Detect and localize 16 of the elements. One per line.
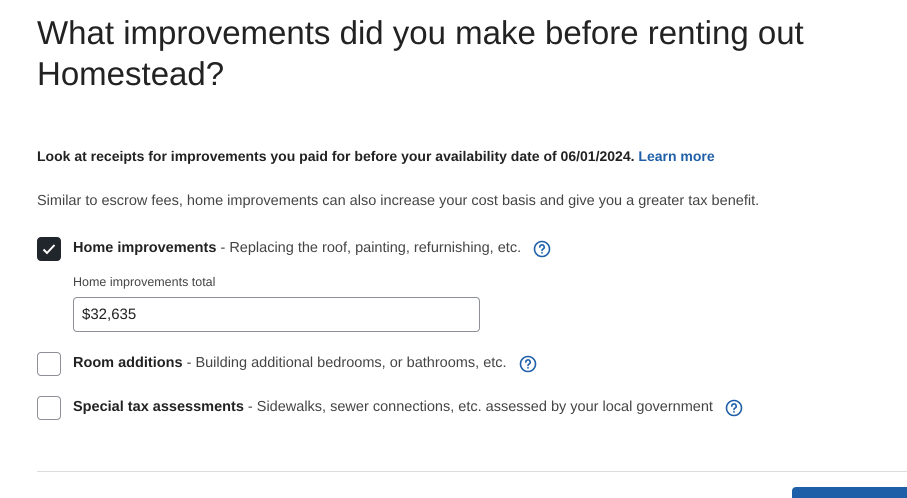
amount-field[interactable]: $32,635 xyxy=(73,296,480,332)
help-icon[interactable] xyxy=(533,240,552,258)
description-text: Similar to escrow fees, home improvements can also increase your cost basis and give you a greater tax benefit. xyxy=(37,192,760,211)
instruction-text: Look at receipts for improvements you paid for before your availability date of 06/01/2024. Learn more xyxy=(37,147,716,166)
checkmark-icon xyxy=(42,242,56,255)
field-label: Home improvements total xyxy=(73,274,216,291)
page-title: What improvements did you make before renting out Homestead? xyxy=(37,13,805,94)
option-label: Special tax assessments - Sidewalks, sewer connections, etc. assessed by your local government xyxy=(73,398,713,417)
help-icon[interactable] xyxy=(518,354,537,372)
option-label: Room additions - Building additional bedrooms, or bathrooms, etc. xyxy=(73,354,507,373)
checkbox[interactable] xyxy=(37,396,61,420)
help-icon[interactable] xyxy=(724,398,743,416)
option-label: Home improvements - Replacing the roof, painting, refurnishing, etc. xyxy=(73,238,522,258)
checkbox[interactable] xyxy=(37,236,61,261)
checkbox[interactable] xyxy=(37,352,61,376)
learn-more-link[interactable]: Learn more xyxy=(638,148,715,164)
